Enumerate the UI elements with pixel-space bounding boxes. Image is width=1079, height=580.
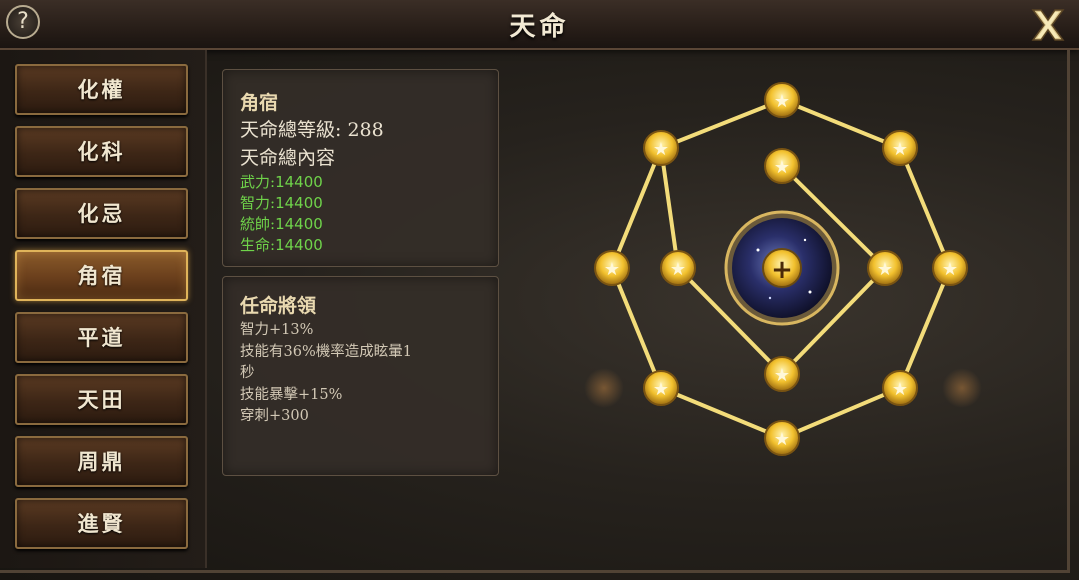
stat-row: 智力:14400 xyxy=(240,192,323,213)
stat-value: 14400 xyxy=(275,194,323,212)
plus-icon: + xyxy=(771,255,793,285)
stat-row: 武力:14400 xyxy=(240,171,323,192)
star-icon: ★ xyxy=(877,259,893,280)
star-speck xyxy=(803,238,807,242)
star-node[interactable]: ★ xyxy=(594,250,630,286)
sidebar-tab-zhouding[interactable]: 周鼎 xyxy=(15,436,188,487)
appoint-line: 技能暴擊+15% xyxy=(240,386,343,403)
sidebar-tab-jinxian[interactable]: 進賢 xyxy=(15,498,188,549)
close-icon xyxy=(1031,9,1065,41)
appoint-description: 智力+13% 技能有36%機率造成眩暈1 秒 技能暴擊+15% 穿刺+300 xyxy=(240,320,490,428)
info-panel: 角宿 天命總等級: 288 天命總內容 武力:14400 智力:14400 統帥… xyxy=(222,69,499,267)
star-node[interactable]: ★ xyxy=(643,370,679,406)
star-icon: ★ xyxy=(892,139,908,160)
star-icon: ★ xyxy=(774,157,790,178)
stat-value: 14400 xyxy=(275,215,323,233)
star-node[interactable]: ★ xyxy=(660,250,696,286)
star-speck xyxy=(808,290,812,294)
sidebar-tab-label: 平道 xyxy=(77,325,126,350)
star-node[interactable]: ★ xyxy=(867,250,903,286)
sidebar-tab-label: 化忌 xyxy=(77,201,126,226)
total-level-value: 288 xyxy=(347,119,384,141)
total-content-label: 天命總內容 xyxy=(240,147,336,169)
star-node[interactable]: ★ xyxy=(764,420,800,456)
appoint-line: 穿刺+300 xyxy=(240,408,309,424)
appoint-line: 智力+13% xyxy=(240,322,314,338)
appoint-line: 技能有36%機率造成眩暈1 xyxy=(240,343,412,360)
help-icon: ? xyxy=(17,9,29,34)
star-speck xyxy=(756,248,760,252)
star-icon: ★ xyxy=(653,379,669,400)
star-speck xyxy=(768,296,772,300)
close-button[interactable] xyxy=(1030,8,1066,42)
stat-label: 生命: xyxy=(240,236,276,254)
sidebar: 化權 化科 化忌 角宿 平道 天田 周鼎 進賢 xyxy=(0,50,207,568)
title-bar: 天命 xyxy=(0,0,1079,50)
sidebar-tab-label: 化科 xyxy=(77,139,126,164)
sidebar-tab-label: 進賢 xyxy=(77,511,126,536)
sidebar-tab-label: 天田 xyxy=(77,387,126,412)
star-node[interactable]: ★ xyxy=(882,130,918,166)
help-button[interactable]: ? xyxy=(6,5,40,39)
sidebar-tab-label: 角宿 xyxy=(77,263,126,288)
star-icon: ★ xyxy=(774,365,790,386)
stat-value: 14400 xyxy=(275,236,323,254)
star-icon: ★ xyxy=(892,379,908,400)
constellation-name: 角宿 xyxy=(240,92,279,114)
appoint-title: 任命將領 xyxy=(240,295,317,317)
stat-row: 生命:14400 xyxy=(240,234,323,255)
star-icon: ★ xyxy=(774,91,790,112)
star-icon: ★ xyxy=(942,259,958,280)
appoint-panel: 任命將領 智力+13% 技能有36%機率造成眩暈1 秒 技能暴擊+15% 穿刺+… xyxy=(222,276,499,476)
stat-label: 武力: xyxy=(240,173,276,191)
star-node[interactable]: ★ xyxy=(764,356,800,392)
star-node[interactable]: ★ xyxy=(932,250,968,286)
sidebar-tab-label: 化權 xyxy=(77,77,126,102)
page-title: 天命 xyxy=(509,12,570,42)
star-node[interactable]: ★ xyxy=(764,82,800,118)
stat-label: 統帥: xyxy=(240,215,276,233)
star-node[interactable]: ★ xyxy=(643,130,679,166)
sidebar-tab-huake[interactable]: 化科 xyxy=(15,126,188,177)
total-level-label: 天命總等級: xyxy=(240,119,342,141)
stat-value: 14400 xyxy=(275,173,323,191)
constellation-graph: + ★ ★ ★ ★ ★ ★ ★ ★ ★ ★ ★ ★ xyxy=(594,82,968,456)
constellation-diagram: + ★ ★ ★ ★ ★ ★ ★ ★ ★ ★ ★ ★ xyxy=(520,60,1060,560)
star-icon: ★ xyxy=(653,139,669,160)
star-node[interactable]: ★ xyxy=(882,370,918,406)
sidebar-tab-huaji[interactable]: 化忌 xyxy=(15,188,188,239)
star-icon: ★ xyxy=(774,429,790,450)
sidebar-tab-label: 周鼎 xyxy=(77,449,126,474)
star-node[interactable]: ★ xyxy=(764,148,800,184)
sidebar-tab-jiaoxiu[interactable]: 角宿 xyxy=(15,250,188,301)
stat-label: 智力: xyxy=(240,194,276,212)
total-level: 天命總等級: 288 xyxy=(240,115,384,142)
sidebar-tab-pingdao[interactable]: 平道 xyxy=(15,312,188,363)
sidebar-tab-tiantian[interactable]: 天田 xyxy=(15,374,188,425)
appoint-line: 秒 xyxy=(240,365,255,381)
star-icon: ★ xyxy=(604,259,620,280)
sidebar-tab-huaquan[interactable]: 化權 xyxy=(15,64,188,115)
star-icon: ★ xyxy=(670,259,686,280)
stat-row: 統帥:14400 xyxy=(240,213,323,234)
